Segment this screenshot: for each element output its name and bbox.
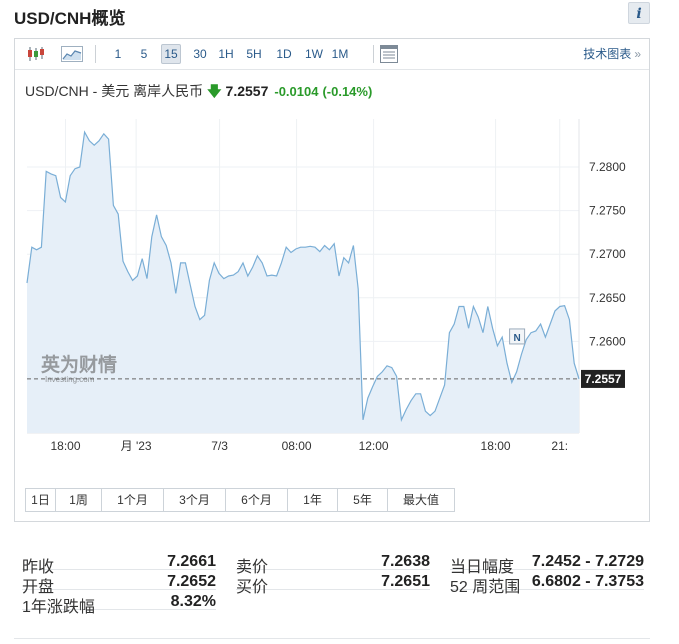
stat-value: 7.2661 <box>167 553 216 570</box>
stat-value: 8.32% <box>170 593 216 610</box>
price-chart[interactable]: 7.2800 7.2750 7.2700 7.2650 7.2600 18:00 月 '23… <box>15 39 649 479</box>
info-icon[interactable]: i <box>628 2 650 24</box>
x-tick-label: 12:00 <box>359 439 389 453</box>
divider <box>14 638 650 639</box>
stat-row: 开盘 7.2652 <box>22 570 216 596</box>
x-tick-label: 7/3 <box>211 439 228 453</box>
range-button-4[interactable]: 6个月 <box>226 489 288 511</box>
range-button-7[interactable]: 最大值 <box>388 489 454 511</box>
y-tick-label: 7.2700 <box>589 247 626 261</box>
range-button-3[interactable]: 3个月 <box>164 489 226 511</box>
stat-value: 7.2652 <box>167 573 216 590</box>
last-price-label: 7.2557 <box>585 372 622 386</box>
range-selector: 1日 1周 1个月 3个月 6个月 1年 5年 最大值 <box>25 488 455 512</box>
stat-row: 当日幅度 7.2452 - 7.2729 <box>450 550 644 576</box>
stat-row: 买价 7.2651 <box>236 570 430 596</box>
stat-value: 7.2452 - 7.2729 <box>531 553 644 570</box>
x-tick-label: 08:00 <box>282 439 312 453</box>
range-button-1[interactable]: 1周 <box>56 489 102 511</box>
stat-label: 52 周范围 <box>450 579 521 596</box>
chart-panel: 1 5 15 30 1H 5H 1D 1W 1M 技术图表» USD/CNH - 美元 离岸人民… <box>14 38 650 522</box>
stat-value: 7.2638 <box>381 553 430 570</box>
range-button-5[interactable]: 1年 <box>288 489 338 511</box>
y-tick-label: 7.2600 <box>589 334 626 348</box>
stat-value: 7.2651 <box>381 573 430 590</box>
x-tick-label: 21: <box>551 439 568 453</box>
x-tick-label: 18:00 <box>481 439 511 453</box>
range-button-2[interactable]: 1个月 <box>102 489 164 511</box>
y-tick-label: 7.2800 <box>589 160 626 174</box>
range-button-0[interactable]: 1日 <box>26 489 56 511</box>
stat-row: 52 周范围 6.6802 - 7.3753 <box>450 570 644 596</box>
watermark-text: Investing.com <box>45 375 95 384</box>
y-tick-label: 7.2650 <box>589 291 626 305</box>
stat-value: 6.6802 - 7.3753 <box>531 573 644 590</box>
stat-row: 昨收 7.2661 <box>22 550 216 576</box>
range-button-6[interactable]: 5年 <box>338 489 388 511</box>
y-tick-label: 7.2750 <box>589 204 626 218</box>
page-title: USD/CNH概览 <box>14 9 126 28</box>
stat-row: 卖价 7.2638 <box>236 550 430 576</box>
watermark-logo: 英为财情 <box>41 353 117 376</box>
stat-label: 买价 <box>236 579 269 596</box>
stat-label: 1年涨跌幅 <box>22 599 95 616</box>
x-tick-label: 18:00 <box>50 439 80 453</box>
stat-row: 1年涨跌幅 8.32% <box>22 590 216 616</box>
price-area <box>27 132 579 433</box>
news-marker-label: N <box>513 333 520 344</box>
x-tick-label: 月 '23 <box>121 439 152 453</box>
